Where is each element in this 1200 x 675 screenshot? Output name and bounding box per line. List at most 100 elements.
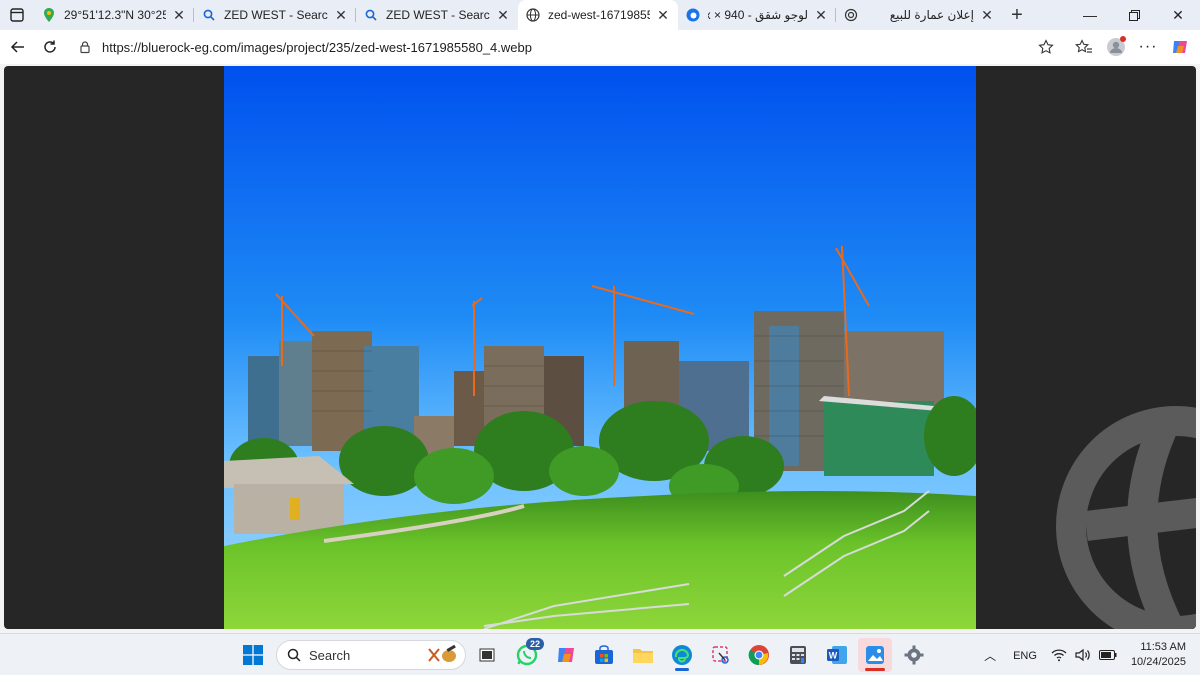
clock-date: 10/24/2025	[1130, 656, 1186, 668]
tab-title: ZED WEST - Search	[386, 8, 490, 22]
start-button[interactable]	[236, 638, 270, 672]
language-indicator[interactable]: ENG	[1003, 648, 1047, 662]
snipping-tool-button[interactable]	[704, 638, 738, 672]
image-viewer	[4, 66, 1196, 629]
wifi-icon	[1051, 649, 1067, 662]
new-tab-button[interactable]: +	[1002, 0, 1032, 30]
edge-icon	[672, 645, 692, 665]
file-explorer-button[interactable]	[626, 638, 660, 672]
microsoft-store-button[interactable]	[587, 638, 621, 672]
calculator-icon	[790, 646, 806, 664]
word-icon: W	[827, 646, 847, 664]
search-highlight-icon	[425, 644, 459, 668]
edge-button[interactable]	[665, 638, 699, 672]
tab-actions-icon	[10, 8, 24, 22]
site-info-icon[interactable]	[78, 40, 92, 54]
window-controls: — ✕	[1068, 0, 1200, 30]
tab-zed-west-search[interactable]: ZED WEST - Search ✕	[356, 0, 518, 30]
search-label: Search	[309, 647, 351, 663]
taskbar: Search 22 W ︿ ENG 11:53 AM 10/24/2025	[0, 633, 1200, 675]
clock-time: 11:53 AM	[1140, 641, 1186, 653]
close-icon[interactable]: ✕	[494, 6, 512, 24]
tab-title: zed-west-1671985580	[548, 8, 650, 22]
address-bar[interactable]: https://bluerock-eg.com/images/project/2…	[68, 33, 1066, 61]
active-indicator	[865, 668, 885, 671]
close-icon[interactable]: ✕	[170, 6, 188, 24]
url-text[interactable]: https://bluerock-eg.com/images/project/2…	[102, 40, 532, 55]
whatsapp-button[interactable]: 22	[510, 638, 544, 672]
tab-actions-button[interactable]	[0, 0, 34, 30]
battery-icon	[1098, 650, 1117, 660]
quick-settings-button[interactable]	[1047, 648, 1121, 662]
minimize-icon: —	[1083, 7, 1097, 23]
calculator-button[interactable]	[781, 638, 815, 672]
chevron-up-icon: ︿	[984, 648, 997, 663]
search-icon	[364, 8, 378, 22]
favorite-button[interactable]	[1036, 37, 1056, 57]
settings-menu-button[interactable]: ···	[1132, 32, 1164, 62]
tab-title: 29°51'12.3"N 30°25'19.	[64, 8, 166, 22]
tab-title: لوجو شقق - 940 × 38px	[708, 8, 808, 22]
toolbar-right: ···	[1068, 30, 1200, 64]
settings-button[interactable]	[897, 638, 931, 672]
photos-icon	[866, 646, 884, 664]
tab-zed-west-search-images[interactable]: ZED WEST - Search Ima ✕	[194, 0, 356, 30]
minimize-button[interactable]: —	[1068, 0, 1112, 30]
snipping-tool-icon	[712, 646, 729, 664]
displayed-photo[interactable]	[224, 66, 976, 629]
task-view-button[interactable]	[470, 638, 504, 672]
restore-button[interactable]	[1112, 0, 1156, 30]
profile-button[interactable]	[1100, 32, 1132, 62]
svg-text:W: W	[829, 651, 838, 661]
store-icon	[595, 645, 613, 664]
close-icon[interactable]: ✕	[654, 6, 672, 24]
tab-logo-search[interactable]: لوجو شقق - 940 × 38px ✕	[678, 0, 836, 30]
close-window-button[interactable]: ✕	[1156, 0, 1200, 30]
refresh-icon	[44, 40, 56, 53]
favorites-icon	[1075, 39, 1092, 53]
search-icon	[287, 648, 301, 662]
word-button[interactable]: W	[820, 638, 854, 672]
volume-icon	[1075, 648, 1090, 662]
tab-title: إعلان عمارة للبيع	[889, 8, 974, 22]
gear-icon	[904, 645, 924, 665]
tab-map-coordinates[interactable]: 29°51'12.3"N 30°25'19. ✕	[34, 0, 194, 30]
system-tray: ︿ ENG 11:53 AM 10/24/2025	[977, 634, 1200, 675]
copilot-button[interactable]	[1164, 32, 1196, 62]
tab-strip: 29°51'12.3"N 30°25'19. ✕ ZED WEST - Sear…	[0, 0, 1200, 30]
close-icon[interactable]: ✕	[978, 6, 996, 24]
clock[interactable]: 11:53 AM 10/24/2025	[1121, 640, 1200, 670]
chrome-button[interactable]	[742, 638, 776, 672]
chrome-icon	[748, 645, 769, 666]
tab-building-ad[interactable]: إعلان عمارة للبيع ✕	[836, 0, 1002, 30]
active-indicator	[675, 668, 689, 671]
close-icon: ✕	[1172, 6, 1184, 23]
construction-scene-image	[224, 66, 976, 629]
arrow-left-icon	[10, 41, 24, 53]
copilot-app-button[interactable]	[549, 638, 583, 672]
language-label: ENG	[1013, 650, 1037, 662]
edge-icon	[686, 8, 700, 22]
search-icon	[202, 8, 216, 22]
windows-icon	[243, 645, 263, 665]
tab-zed-west-image[interactable]: zed-west-1671985580 ✕	[518, 0, 678, 30]
close-icon[interactable]: ✕	[812, 6, 830, 24]
notification-dot-icon	[1120, 36, 1126, 42]
close-icon[interactable]: ✕	[332, 6, 350, 24]
globe-icon	[526, 8, 540, 22]
copilot-icon	[1173, 41, 1187, 53]
task-view-icon	[479, 648, 495, 662]
favorites-button[interactable]	[1068, 32, 1100, 62]
restore-icon	[1128, 9, 1140, 21]
back-button[interactable]	[2, 32, 34, 62]
more-icon: ···	[1138, 38, 1158, 55]
tab-title: ZED WEST - Search Ima	[224, 8, 328, 22]
browser-toolbar: https://bluerock-eg.com/images/project/2…	[0, 30, 1200, 64]
plus-icon: +	[1011, 3, 1023, 26]
globe-watermark-icon	[1056, 406, 1196, 629]
map-pin-icon	[42, 8, 56, 22]
show-hidden-icons-button[interactable]: ︿	[977, 640, 1003, 670]
taskbar-search[interactable]: Search	[276, 640, 466, 670]
refresh-button[interactable]	[34, 32, 66, 62]
photos-button[interactable]	[858, 638, 892, 672]
